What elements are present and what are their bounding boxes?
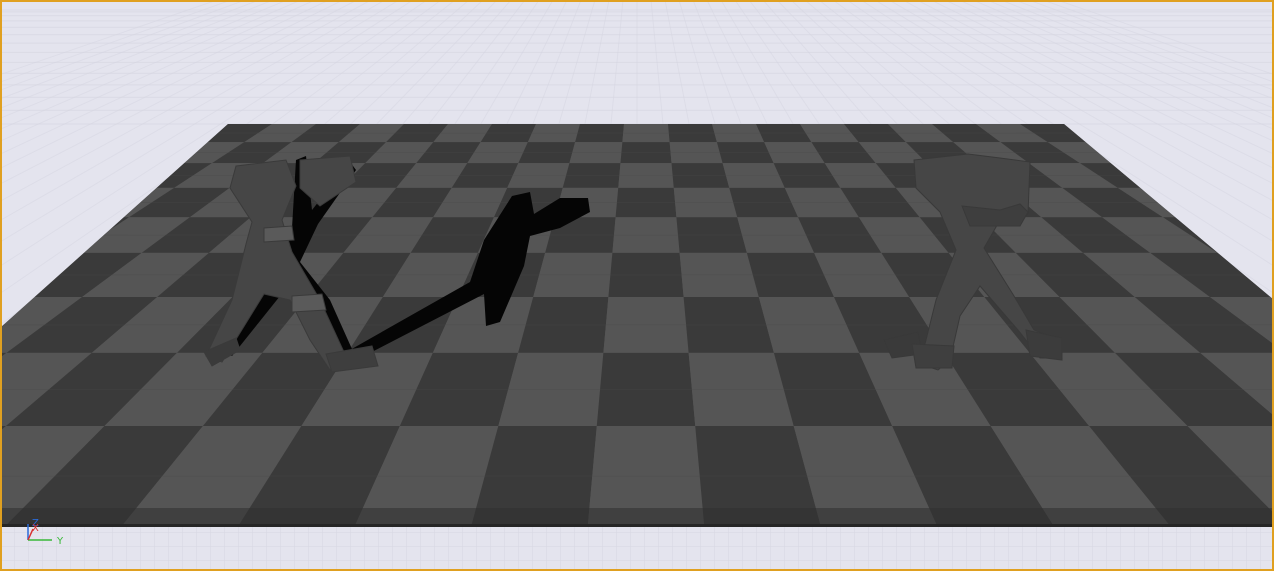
x-axis-label: X xyxy=(32,523,39,534)
checkerboard-floor[interactable] xyxy=(0,124,1274,526)
3d-viewport[interactable]: Z X Y xyxy=(0,0,1274,571)
y-axis-label: Y xyxy=(56,536,64,547)
floor-front-lip xyxy=(0,524,1274,527)
floor-front-edge xyxy=(0,508,1274,526)
background-grid-bottom xyxy=(0,526,1274,571)
viewport-scene[interactable]: Z X Y xyxy=(0,0,1274,571)
